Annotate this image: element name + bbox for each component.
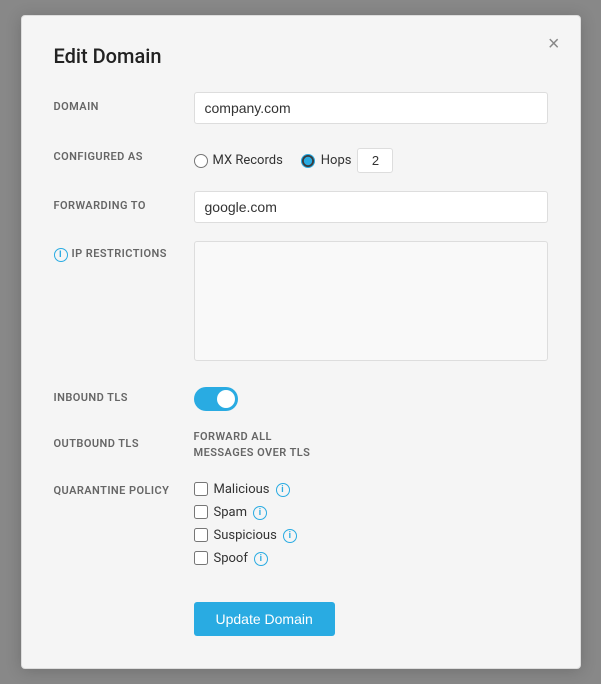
- forwarding-to-input[interactable]: [194, 191, 548, 223]
- outbound-tls-row: OUTBOUND TLS FORWARD ALL MESSAGES OVER T…: [54, 429, 548, 460]
- malicious-checkbox[interactable]: [194, 482, 208, 496]
- malicious-option[interactable]: Malicious i: [194, 482, 548, 497]
- domain-input[interactable]: [194, 92, 548, 124]
- quarantine-policy-control: Malicious i Spam i Suspicious i Spoof i: [194, 478, 548, 566]
- forwarding-to-label: FORWARDING TO: [54, 191, 194, 212]
- configured-as-label: CONFIGURED AS: [54, 142, 194, 163]
- spoof-option[interactable]: Spoof i: [194, 551, 548, 566]
- forwarding-to-control: [194, 191, 548, 223]
- spoof-info-icon[interactable]: i: [254, 552, 268, 566]
- hops-input[interactable]: [357, 148, 393, 173]
- modal-title: Edit Domain: [54, 44, 548, 68]
- ip-restrictions-label: IP RESTRICTIONS: [72, 247, 167, 260]
- spam-checkbox[interactable]: [194, 505, 208, 519]
- suspicious-checkbox[interactable]: [194, 528, 208, 542]
- hops-radio[interactable]: [301, 154, 315, 168]
- quarantine-policy-label: QUARANTINE POLICY: [54, 478, 194, 497]
- edit-domain-modal: Edit Domain × DOMAIN CONFIGURED AS MX Re…: [21, 15, 581, 669]
- malicious-info-icon[interactable]: i: [276, 483, 290, 497]
- spoof-label: Spoof: [214, 551, 248, 566]
- hops-option[interactable]: Hops: [301, 148, 394, 173]
- domain-label: DOMAIN: [54, 92, 194, 113]
- update-domain-button[interactable]: Update Domain: [194, 602, 335, 636]
- suspicious-option[interactable]: Suspicious i: [194, 528, 548, 543]
- forwarding-to-row: FORWARDING TO: [54, 191, 548, 223]
- outbound-tls-line2: MESSAGES OVER TLS: [194, 446, 311, 459]
- mx-records-radio[interactable]: [194, 154, 208, 168]
- inbound-tls-label: INBOUND TLS: [54, 383, 194, 404]
- hops-label: Hops: [321, 153, 352, 168]
- toggle-slider: [194, 387, 238, 411]
- outbound-tls-label: OUTBOUND TLS: [54, 429, 194, 450]
- spam-info-icon[interactable]: i: [253, 506, 267, 520]
- spam-label: Spam: [214, 505, 248, 520]
- outbound-tls-description: FORWARD ALL MESSAGES OVER TLS: [194, 429, 548, 460]
- inbound-tls-control: [194, 383, 548, 411]
- suspicious-info-icon[interactable]: i: [283, 529, 297, 543]
- inbound-tls-toggle[interactable]: [194, 387, 238, 411]
- domain-row: DOMAIN: [54, 92, 548, 124]
- close-button[interactable]: ×: [548, 34, 560, 54]
- ip-restrictions-control: [194, 241, 548, 365]
- quarantine-checkboxes: Malicious i Spam i Suspicious i Spoof i: [194, 478, 548, 566]
- domain-control: [194, 92, 548, 124]
- mx-records-label: MX Records: [213, 153, 283, 168]
- outbound-tls-line1: FORWARD ALL: [194, 430, 272, 443]
- spoof-checkbox[interactable]: [194, 551, 208, 565]
- mx-records-option[interactable]: MX Records: [194, 153, 283, 168]
- quarantine-policy-row: QUARANTINE POLICY Malicious i Spam i Sus…: [54, 478, 548, 566]
- inbound-tls-row: INBOUND TLS: [54, 383, 548, 411]
- suspicious-label: Suspicious: [214, 528, 277, 543]
- configured-as-row: CONFIGURED AS MX Records Hops: [54, 142, 548, 173]
- configured-as-control: MX Records Hops: [194, 142, 548, 173]
- ip-restrictions-label-wrapper: i IP RESTRICTIONS: [54, 241, 194, 262]
- ip-restrictions-info-icon[interactable]: i: [54, 248, 68, 262]
- spam-option[interactable]: Spam i: [194, 505, 548, 520]
- malicious-label: Malicious: [214, 482, 270, 497]
- ip-restrictions-row: i IP RESTRICTIONS: [54, 241, 548, 365]
- outbound-tls-control: FORWARD ALL MESSAGES OVER TLS: [194, 429, 548, 460]
- ip-restrictions-textarea[interactable]: [194, 241, 548, 361]
